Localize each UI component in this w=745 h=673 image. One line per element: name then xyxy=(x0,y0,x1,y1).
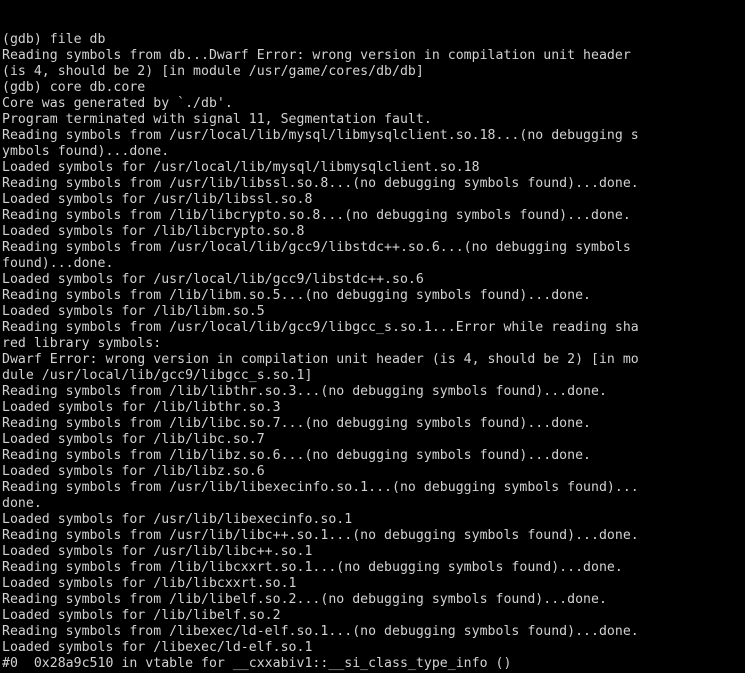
terminal-line: Reading symbols from /usr/local/lib/gcc9… xyxy=(2,320,639,335)
terminal-line: Reading symbols from /lib/libthr.so.3...… xyxy=(2,384,607,399)
terminal-screen: (gdb) file db Reading symbols from db...D… xyxy=(2,0,745,673)
terminal-line: Reading symbols from /usr/lib/libssl.so.… xyxy=(2,176,639,191)
terminal-line: Reading symbols from /lib/libc.so.7...(n… xyxy=(2,416,592,431)
terminal-output: (gdb) file db Reading symbols from db...D… xyxy=(2,32,745,673)
terminal-line: Reading symbols from /usr/lib/libc++.so.… xyxy=(2,528,639,543)
terminal-line: Loaded symbols for /lib/libz.so.6 xyxy=(2,464,265,479)
terminal-line: Loaded symbols for /libexec/ld-elf.so.1 xyxy=(2,640,313,655)
terminal-line: Reading symbols from /lib/libcxxrt.so.1.… xyxy=(2,560,623,575)
terminal-line: Reading symbols from /usr/local/lib/mysq… xyxy=(2,128,639,143)
terminal-line: (is 4, should be 2) [in module /usr/game… xyxy=(2,64,424,79)
terminal-line: Loaded symbols for /lib/libcrypto.so.8 xyxy=(2,224,305,239)
terminal-line: found)...done. xyxy=(2,256,114,271)
terminal-line: Reading symbols from /libexec/ld-elf.so.… xyxy=(2,624,639,639)
terminal-line: Reading symbols from /usr/local/lib/gcc9… xyxy=(2,240,631,255)
terminal-line: Program terminated with signal 11, Segme… xyxy=(2,112,432,127)
terminal-line: Reading symbols from /usr/lib/libexecinf… xyxy=(2,480,639,495)
terminal-line: Loaded symbols for /usr/lib/libc++.so.1 xyxy=(2,544,313,559)
terminal-line: done. xyxy=(2,496,42,511)
terminal-line: Core was generated by `./db'. xyxy=(2,96,233,111)
terminal-line: Reading symbols from /lib/libz.so.6...(n… xyxy=(2,448,592,463)
terminal-line: Reading symbols from db...Dwarf Error: w… xyxy=(2,48,631,63)
terminal-line: Loaded symbols for /lib/libm.so.5 xyxy=(2,304,265,319)
terminal-line: Loaded symbols for /lib/libc.so.7 xyxy=(2,432,265,447)
terminal-line: Loaded symbols for /usr/local/lib/gcc9/l… xyxy=(2,272,424,287)
terminal-line: (gdb) file db xyxy=(2,32,106,47)
terminal-line: Loaded symbols for /lib/libelf.so.2 xyxy=(2,608,281,623)
terminal-line: Loaded symbols for /usr/lib/libexecinfo.… xyxy=(2,512,353,527)
terminal-line: (gdb) core db.core xyxy=(2,80,146,95)
terminal-line: Dwarf Error: wrong version in compilatio… xyxy=(2,352,639,367)
terminal-line: dule /usr/local/lib/gcc9/libgcc_s.so.1] xyxy=(2,368,313,383)
terminal-line: Loaded symbols for /usr/lib/libssl.so.8 xyxy=(2,192,313,207)
terminal-line: #0 0x28a9c510 in vtable for __cxxabiv1::… xyxy=(2,656,512,671)
terminal-line: Reading symbols from /lib/libelf.so.2...… xyxy=(2,592,607,607)
terminal-window[interactable]: (gdb) file db Reading symbols from db...D… xyxy=(0,0,745,673)
terminal-line: ymbols found)...done. xyxy=(2,144,170,159)
terminal-line: Loaded symbols for /lib/libcxxrt.so.1 xyxy=(2,576,297,591)
terminal-line: red library symbols: xyxy=(2,336,162,351)
terminal-line: Reading symbols from /lib/libm.so.5...(n… xyxy=(2,288,592,303)
terminal-line: Reading symbols from /lib/libcrypto.so.8… xyxy=(2,208,631,223)
terminal-line: Loaded symbols for /usr/local/lib/mysql/… xyxy=(2,160,480,175)
terminal-line: Loaded symbols for /lib/libthr.so.3 xyxy=(2,400,281,415)
